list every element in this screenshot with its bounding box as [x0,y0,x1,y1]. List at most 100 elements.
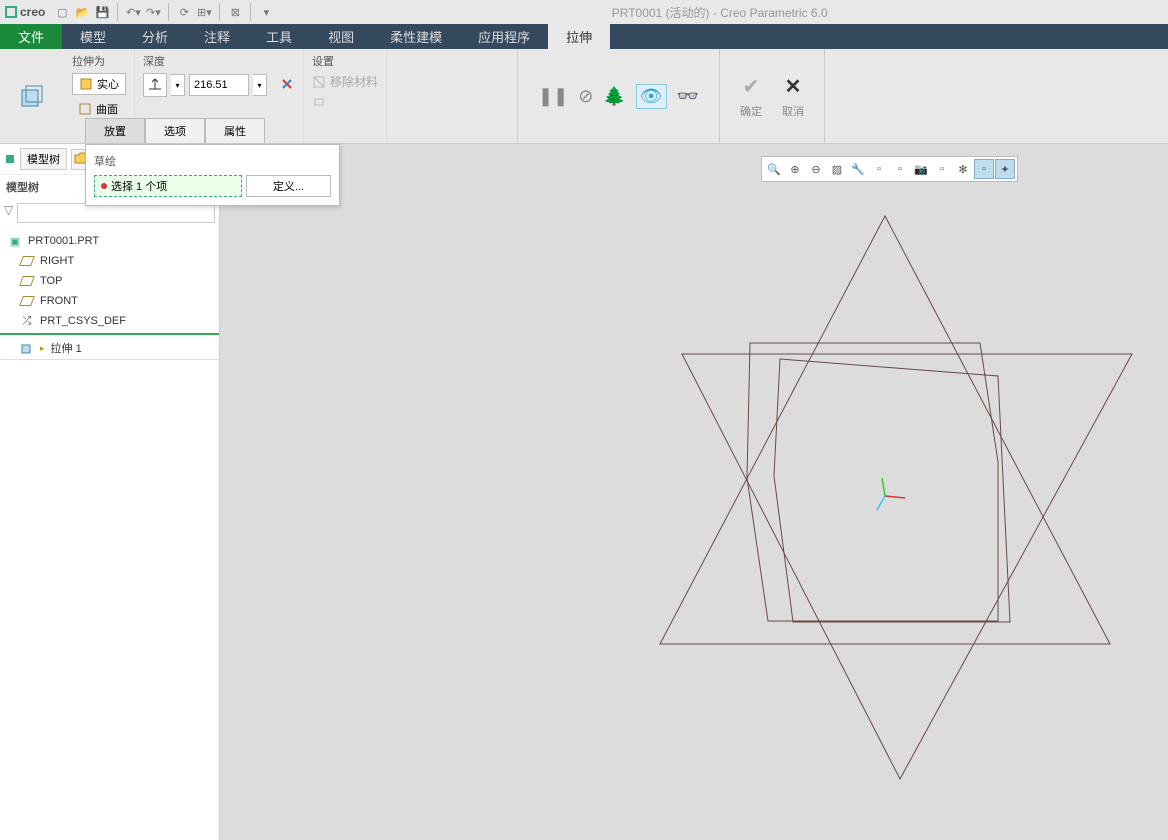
app-name: creo [20,5,45,19]
menu-flex[interactable]: 柔性建模 [372,24,460,49]
extrude-feature-icon [16,80,48,112]
separator [117,3,118,21]
dashboard-tabs: 放置 选项 属性 [85,118,265,143]
creo-icon [4,5,18,19]
solid-button[interactable]: 实心 [72,73,126,95]
ribbon: 拉伸为 实心 曲面 深度 ▾ ▾ [0,49,1168,144]
depth-input[interactable] [189,74,249,96]
close-icon[interactable]: ⊠ [226,3,244,21]
check-icon: ✔ [743,74,760,99]
viewport-geometry [220,144,1168,840]
menu-annotate[interactable]: 注释 [186,24,248,49]
plane-icon [20,274,34,288]
save-icon[interactable]: 💾 [93,3,111,21]
tree-root[interactable]: ▣ PRT0001.PRT [0,231,219,251]
x-icon: ✕ [785,74,802,99]
app-logo: creo [4,5,45,19]
tree-pin-icon[interactable] [4,153,16,165]
menu-analysis[interactable]: 分析 [124,24,186,49]
define-sketch-button[interactable]: 定义... [246,175,331,197]
extrude-icon [20,341,34,355]
surface-button[interactable]: 曲面 [72,99,124,119]
regenerate-icon[interactable]: ⟳ [175,3,193,21]
thicken-icon [312,94,326,108]
flip-direction-button[interactable] [279,76,295,95]
windows-icon[interactable]: ⊞▾ [195,3,213,21]
undo-icon[interactable]: ↶▾ [124,3,142,21]
csys-icon: ⤮ [20,314,34,328]
group-settings: 设置 移除材料 [304,49,387,143]
menu-view[interactable]: 视图 [310,24,372,49]
separator [250,3,251,21]
solid-label: 实心 [97,76,119,92]
tree-feature-extrude[interactable]: ▸ 拉伸 1 [0,333,219,360]
separator [168,3,169,21]
new-file-icon[interactable]: ▢ [53,3,71,21]
remove-material-icon [312,75,326,89]
cancel-button[interactable]: ✕ 取消 [782,74,804,119]
window-title: PRT0001 (活动的) - Creo Parametric 6.0 [275,4,1164,21]
model-tree-sidebar: 模型树 ▸ 模型树 ▽ ▣ PRT0001.PRT RIGHT TOP [0,144,220,840]
arrow-icon: ▸ [40,343,45,354]
menu-model[interactable]: 模型 [62,24,124,49]
menu-extrude[interactable]: 拉伸 [548,24,610,49]
sketch-placement-panel: 草绘 选择 1 个项 定义... [85,144,340,206]
tree-csys[interactable]: ⤮ PRT_CSYS_DEF [0,311,219,331]
status-dot-icon [101,183,107,189]
tree-icon[interactable]: 🌲 [603,86,625,107]
ok-label: 确定 [740,103,762,119]
tree-label: TOP [40,275,62,287]
confirm-group: ✔ 确定 ✕ 取消 [720,49,825,143]
tree-plane-top[interactable]: TOP [0,271,219,291]
dash-tab-placement[interactable]: 放置 [85,118,145,143]
preview-on-icon[interactable]: 👁 [636,84,667,109]
solid-icon [79,77,93,91]
dash-tab-options[interactable]: 选项 [145,118,205,143]
ok-button[interactable]: ✔ 确定 [740,74,762,119]
glasses-icon[interactable]: 👓 [677,86,699,107]
tree-label: PRT_CSYS_DEF [40,315,126,327]
redo-icon[interactable]: ↷▾ [144,3,162,21]
flip-icon [279,76,295,92]
plane-icon [20,254,34,268]
part-icon: ▣ [8,234,22,248]
title-bar: creo ▢ 📂 💾 ↶▾ ↷▾ ⟳ ⊞▾ ⊠ ▾ PRT0001 (活动的) … [0,0,1168,24]
thicken-button[interactable] [312,94,326,111]
open-file-icon[interactable]: 📂 [73,3,91,21]
tree-filter-input[interactable] [17,203,215,223]
depth-type-button[interactable] [143,73,167,97]
remove-material-label: 移除材料 [330,73,378,90]
surface-icon [78,102,92,116]
group-title-depth: 深度 [143,53,295,69]
sketch-select-text: 选择 1 个项 [111,178,167,194]
menu-file[interactable]: 文件 [0,24,62,49]
feature-icon-group [0,49,64,143]
tree-label: RIGHT [40,255,74,267]
menu-apps[interactable]: 应用程序 [460,24,548,49]
depth-type-dropdown[interactable]: ▾ [171,74,185,96]
blind-depth-icon [147,77,163,93]
no-preview-icon[interactable]: ⊘ [578,86,593,107]
filter-icon[interactable]: ▽ [4,203,13,223]
main-menu: 文件 模型 分析 注释 工具 视图 柔性建模 应用程序 拉伸 [0,24,1168,49]
remove-material-button[interactable]: 移除材料 [312,73,378,90]
sketch-panel-title: 草绘 [94,153,331,169]
group-title-settings: 设置 [312,53,378,69]
pause-icon[interactable]: ❚❚ [538,86,568,107]
sketch-reference-collector[interactable]: 选择 1 个项 [94,175,242,197]
plane-icon [20,294,34,308]
separator [219,3,220,21]
cancel-label: 取消 [782,103,804,119]
tree-label: 拉伸 1 [51,340,82,356]
menu-tools[interactable]: 工具 [248,24,310,49]
dropdown-icon[interactable]: ▾ [257,3,275,21]
tree-plane-right[interactable]: RIGHT [0,251,219,271]
depth-value-dropdown[interactable]: ▾ [253,74,267,96]
tree-plane-front[interactable]: FRONT [0,291,219,311]
surface-label: 曲面 [96,101,118,117]
quick-access-toolbar: ▢ 📂 💾 ↶▾ ↷▾ ⟳ ⊞▾ ⊠ ▾ [53,3,275,21]
dash-tab-properties[interactable]: 属性 [205,118,265,143]
model-tree: ▣ PRT0001.PRT RIGHT TOP FRONT ⤮ PRT_CSYS… [0,227,219,364]
sidebar-tab-model-tree[interactable]: 模型树 [20,148,67,170]
viewport-3d[interactable]: 🔍 ⊕ ⊖ ▨ 🔧 ▫ ▫ 📷 ▫ ✻ ▫ ✦ [220,144,1168,840]
